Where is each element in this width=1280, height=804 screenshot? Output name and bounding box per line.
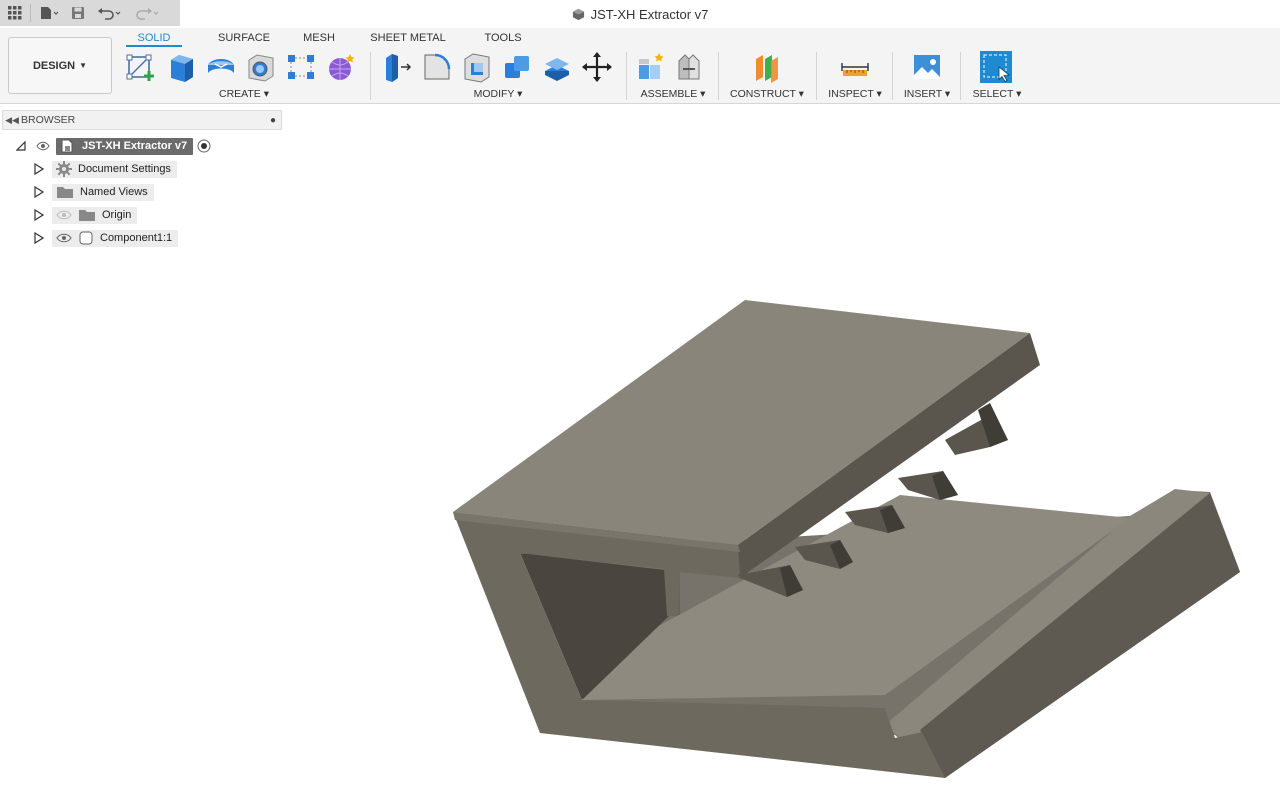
quick-access-bar: [0, 0, 180, 26]
construct-group-label[interactable]: CONSTRUCT ▾: [724, 88, 810, 100]
expand-triangle-icon[interactable]: [32, 185, 46, 199]
browser-item-document-settings[interactable]: Document Settings: [32, 159, 177, 179]
move-copy-icon[interactable]: [580, 50, 614, 84]
component-icon: [79, 231, 93, 245]
document-settings-chip[interactable]: Document Settings: [52, 160, 177, 178]
activate-radio-icon[interactable]: [197, 139, 211, 153]
extractor-3d-model[interactable]: [0, 250, 1280, 804]
tab-surface[interactable]: SURFACE: [190, 31, 298, 47]
tab-mesh[interactable]: MESH: [298, 31, 340, 47]
named-views-chip[interactable]: Named Views: [52, 183, 154, 201]
browser-title: BROWSER: [21, 114, 76, 126]
divider: [892, 52, 893, 100]
divider: [718, 52, 719, 100]
redo-icon[interactable]: [131, 2, 165, 24]
root-component-chip[interactable]: JST-XH Extractor v7: [56, 137, 194, 155]
expand-triangle-icon[interactable]: [32, 231, 46, 245]
document-title-bar: JST-XH Extractor v7: [0, 0, 1280, 28]
chevron-down-icon: ▼: [79, 61, 88, 70]
document-icon: [61, 139, 73, 153]
3d-viewport[interactable]: [0, 250, 1280, 804]
construct-group: CONSTRUCT ▾: [724, 48, 810, 102]
assemble-group: ASSEMBLE ▾: [632, 48, 714, 102]
divider: [30, 4, 31, 22]
document-cube-icon: [572, 8, 584, 20]
undo-icon[interactable]: [93, 2, 127, 24]
modify-group-label[interactable]: MODIFY ▾: [380, 88, 616, 100]
divider: [370, 52, 371, 100]
browser-item-label: Origin: [102, 209, 132, 221]
hole-icon[interactable]: [244, 50, 278, 84]
new-component-icon[interactable]: [634, 50, 668, 84]
pin-icon[interactable]: ●: [265, 115, 281, 126]
file-menu-icon[interactable]: [35, 2, 63, 24]
workspace-label: DESIGN: [32, 59, 76, 72]
fusion-app-window: JST-XH Extractor v7 DESIGN ▼ SOLID SURFA…: [0, 0, 1280, 804]
tab-solid[interactable]: SOLID: [126, 31, 182, 47]
app-grid-icon[interactable]: [4, 2, 26, 24]
browser-item-label: Component1:1: [100, 232, 173, 244]
folder-icon: [57, 187, 73, 198]
divider: [816, 52, 817, 100]
insert-group: INSERT ▾: [898, 48, 956, 102]
browser-item-label: Document Settings: [78, 163, 171, 175]
fillet-icon[interactable]: [420, 50, 454, 84]
offset-face-icon[interactable]: [540, 50, 574, 84]
visibility-eye-icon[interactable]: [56, 233, 72, 243]
press-pull-icon[interactable]: [380, 50, 414, 84]
shell-icon[interactable]: [460, 50, 494, 84]
browser-header: ◀◀ BROWSER ●: [2, 110, 282, 130]
insert-group-label[interactable]: INSERT ▾: [898, 88, 956, 100]
save-icon[interactable]: [67, 2, 89, 24]
inspect-group-label[interactable]: INSPECT ▾: [822, 88, 888, 100]
extrude-icon[interactable]: [164, 50, 198, 84]
select-group-label[interactable]: SELECT ▾: [966, 88, 1028, 100]
browser-panel: ◀◀ BROWSER ● JST-XH Extractor v7 Documen…: [0, 108, 286, 248]
component1-chip[interactable]: Component1:1: [52, 229, 179, 247]
assemble-group-label[interactable]: ASSEMBLE ▾: [632, 88, 714, 100]
divider: [960, 52, 961, 100]
browser-item-component1[interactable]: Component1:1: [32, 228, 179, 248]
hidden-eye-icon[interactable]: [56, 210, 72, 220]
document-title: JST-XH Extractor v7: [590, 6, 709, 22]
revolve-icon[interactable]: [204, 50, 238, 84]
modify-group: MODIFY ▾: [380, 48, 616, 102]
expand-triangle-icon[interactable]: [32, 208, 46, 222]
create-form-icon[interactable]: [324, 50, 358, 84]
expand-triangle-icon[interactable]: [32, 162, 46, 176]
root-component-name: JST-XH Extractor v7: [82, 140, 188, 152]
browser-item-named-views[interactable]: Named Views: [32, 182, 154, 202]
workspace-switcher-button[interactable]: DESIGN ▼: [8, 37, 112, 94]
browser-root-row[interactable]: JST-XH Extractor v7: [14, 136, 211, 156]
tab-sheet-metal[interactable]: SHEET METAL: [360, 31, 456, 47]
select-group: SELECT ▾: [966, 48, 1028, 102]
combine-icon[interactable]: [500, 50, 534, 84]
create-group-label[interactable]: CREATE ▾: [124, 88, 364, 100]
create-group: CREATE ▾: [124, 48, 364, 102]
select-icon[interactable]: [979, 50, 1013, 84]
folder-icon: [79, 210, 95, 221]
insert-image-icon[interactable]: [910, 50, 944, 84]
browser-item-origin[interactable]: Origin: [32, 205, 138, 225]
divider: [626, 52, 627, 100]
origin-chip[interactable]: Origin: [52, 206, 138, 224]
ribbon-tabs: SOLID SURFACE MESH SHEET METAL TOOLS: [126, 31, 528, 47]
visibility-eye-icon[interactable]: [36, 139, 50, 153]
expanded-triangle-icon[interactable]: [14, 139, 28, 153]
tab-tools[interactable]: TOOLS: [478, 31, 528, 47]
collapse-panel-icon[interactable]: ◀◀: [3, 115, 21, 126]
inspect-group: INSPECT ▾: [822, 48, 888, 102]
browser-item-label: Named Views: [80, 186, 148, 198]
create-sketch-icon[interactable]: [124, 50, 158, 84]
rectangular-pattern-icon[interactable]: [284, 50, 318, 84]
gear-icon: [56, 161, 72, 177]
joint-icon[interactable]: [672, 50, 706, 84]
measure-icon[interactable]: [838, 50, 872, 84]
toolbar-ribbon: DESIGN ▼ SOLID SURFACE MESH SHEET METAL …: [0, 28, 1280, 104]
offset-plane-icon[interactable]: [750, 50, 784, 84]
